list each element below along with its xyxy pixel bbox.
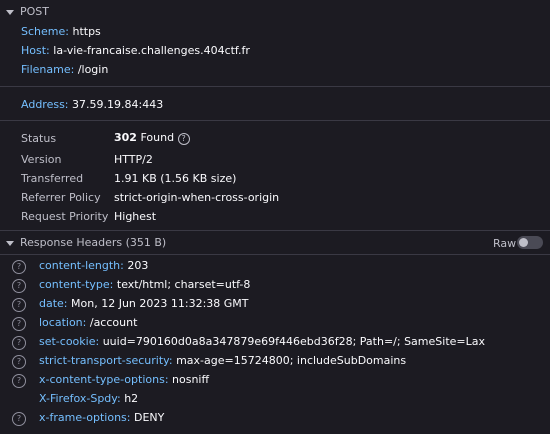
header-value: /account: [89, 316, 138, 329]
filename-row: Filename: /login: [21, 63, 108, 76]
header-row[interactable]: date: Mon, 12 Jun 2023 11:32:38 GMT: [39, 297, 249, 310]
toggle-knob: [519, 238, 528, 247]
header-row[interactable]: content-length: 203: [39, 259, 148, 272]
header-value: 203: [127, 259, 149, 272]
header-row[interactable]: x-frame-options: DENY: [39, 411, 164, 424]
header-name: content-type:: [39, 278, 114, 291]
header-name: strict-transport-security:: [39, 354, 173, 367]
header-name: x-frame-options:: [39, 411, 131, 424]
host-label: Host:: [21, 44, 50, 57]
header-name: X-Firefox-Spdy:: [39, 392, 121, 405]
referrer-policy-value: strict-origin-when-cross-origin: [114, 191, 280, 204]
address-row: Address: 37.59.19.84:443: [21, 98, 163, 111]
request-priority-label: Request Priority: [21, 210, 109, 223]
address-label: Address:: [21, 98, 69, 111]
transferred-value: 1.91 KB (1.56 KB size): [114, 172, 237, 185]
header-row[interactable]: X-Firefox-Spdy: h2: [39, 392, 138, 405]
filename-value[interactable]: /login: [78, 63, 109, 76]
question-circle-icon[interactable]: ?: [177, 133, 190, 145]
status-text: Found: [140, 131, 175, 144]
header-name: set-cookie:: [39, 335, 100, 348]
question-circle-icon[interactable]: ?: [12, 298, 26, 312]
address-value[interactable]: 37.59.19.84:443: [72, 98, 163, 111]
header-row[interactable]: x-content-type-options: nosniff: [39, 373, 209, 386]
header-name: content-length:: [39, 259, 124, 272]
question-circle-icon[interactable]: ?: [12, 374, 26, 388]
header-name: date:: [39, 297, 68, 310]
status-code: 302: [114, 131, 137, 144]
request-priority-value: Highest: [114, 210, 157, 223]
divider: [0, 86, 550, 87]
filename-label: Filename:: [21, 63, 75, 76]
question-circle-icon[interactable]: ?: [12, 336, 26, 350]
header-row[interactable]: strict-transport-security: max-age=15724…: [39, 354, 406, 367]
host-row: Host: la-vie-francaise.challenges.404ctf…: [21, 44, 250, 57]
raw-label: Raw: [493, 237, 517, 250]
header-name: location:: [39, 316, 87, 329]
divider: [0, 230, 550, 231]
header-value: text/html; charset=utf-8: [116, 278, 251, 291]
scheme-value[interactable]: https: [72, 25, 100, 38]
scheme-row: Scheme: https: [21, 25, 101, 38]
status-label: Status: [21, 132, 57, 145]
host-value[interactable]: la-vie-francaise.challenges.404ctf.fr: [53, 44, 250, 57]
question-circle-icon[interactable]: ?: [12, 412, 26, 426]
header-row[interactable]: location: /account: [39, 316, 137, 329]
chevron-down-icon: [6, 240, 14, 246]
response-headers-toggle[interactable]: Response Headers (351 B): [6, 233, 166, 253]
transferred-label: Transferred: [21, 172, 84, 185]
version-value: HTTP/2: [114, 153, 153, 166]
header-row[interactable]: content-type: text/html; charset=utf-8: [39, 278, 250, 291]
header-row[interactable]: set-cookie: uuid=790160d0a8a347879e69f44…: [39, 335, 485, 348]
chevron-down-icon: [6, 9, 14, 15]
header-value: nosniff: [172, 373, 210, 386]
divider: [0, 120, 550, 121]
request-section-toggle[interactable]: POST: [6, 2, 49, 22]
question-circle-icon[interactable]: ?: [12, 279, 26, 293]
divider: [0, 254, 550, 255]
header-value: max-age=15724800; includeSubDomains: [176, 354, 407, 367]
scheme-label: Scheme:: [21, 25, 69, 38]
header-value: uuid=790160d0a8a347879e69f446ebd36f28; P…: [102, 335, 485, 348]
header-name: x-content-type-options:: [39, 373, 169, 386]
question-circle-icon[interactable]: ?: [12, 317, 26, 331]
question-circle-icon[interactable]: ?: [12, 355, 26, 369]
raw-toggle[interactable]: [517, 236, 543, 249]
referrer-policy-label: Referrer Policy: [21, 191, 101, 204]
header-value: DENY: [134, 411, 165, 424]
question-circle-icon[interactable]: ?: [12, 260, 26, 274]
request-method: POST: [20, 5, 49, 18]
version-label: Version: [21, 153, 62, 166]
response-headers-title: Response Headers (351 B): [20, 236, 167, 249]
status-value: 302 Found ?: [114, 131, 190, 145]
header-value: Mon, 12 Jun 2023 11:32:38 GMT: [71, 297, 249, 310]
header-value: h2: [124, 392, 139, 405]
